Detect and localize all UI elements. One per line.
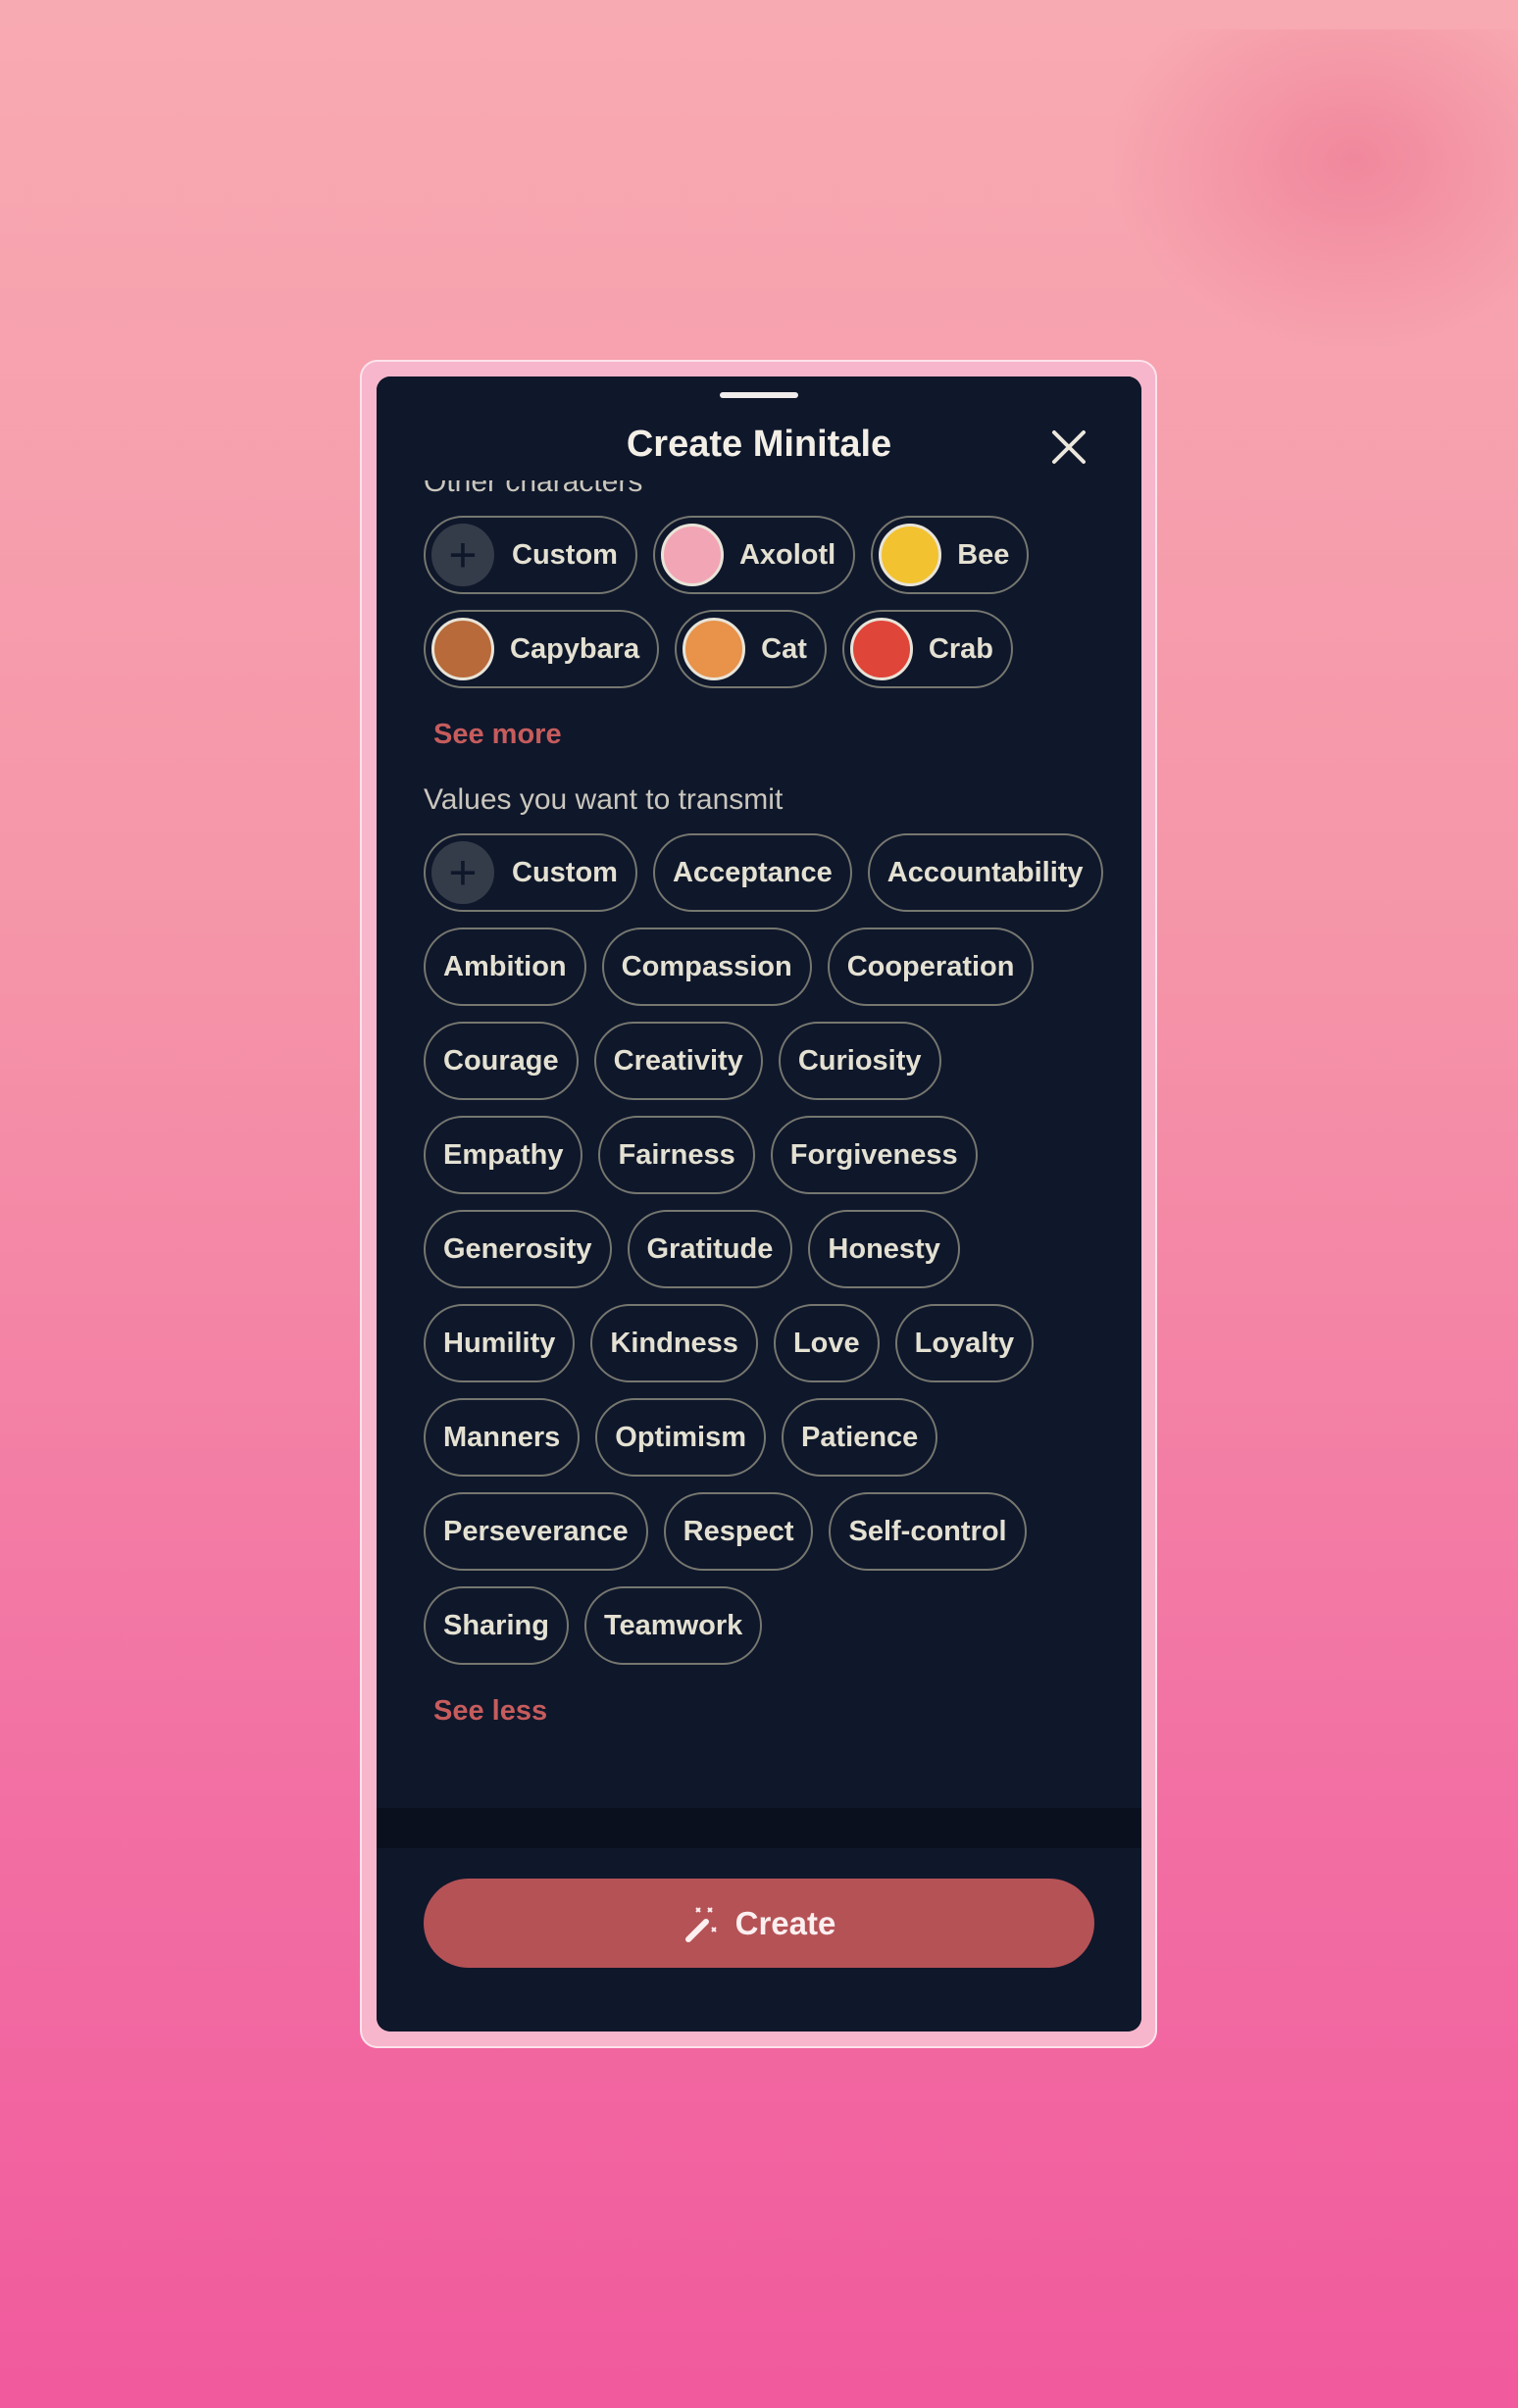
chip-label: Empathy	[443, 1138, 564, 1171]
chip-loyalty[interactable]: Loyalty	[894, 1304, 1035, 1382]
background-decoration	[1106, 29, 1518, 353]
capybara-icon	[431, 618, 494, 680]
chip-label: Respect	[683, 1515, 794, 1547]
see-less-link[interactable]: See less	[433, 1686, 1110, 1735]
chip-label: Custom	[512, 538, 618, 571]
chip-label: Courage	[443, 1044, 559, 1077]
chip-perseverance[interactable]: Perseverance	[424, 1492, 648, 1571]
chip-label: Generosity	[443, 1232, 592, 1265]
chip-label: Optimism	[615, 1421, 747, 1453]
chip-kindness[interactable]: Kindness	[590, 1304, 758, 1382]
chip-label: Manners	[443, 1421, 561, 1453]
chip-patience[interactable]: Patience	[782, 1398, 938, 1477]
chip-label: Cooperation	[846, 950, 1015, 982]
chip-label: Self-control	[848, 1515, 1007, 1547]
chip-cooperation[interactable]: Cooperation	[827, 928, 1035, 1006]
chip-label: Gratitude	[646, 1232, 774, 1265]
chip-respect[interactable]: Respect	[663, 1492, 814, 1571]
chip-label: Axolotl	[738, 538, 836, 571]
chip-self-control[interactable]: Self-control	[829, 1492, 1027, 1571]
bee-icon	[879, 524, 942, 586]
chip-crab[interactable]: Crab	[841, 610, 1013, 688]
axolotl-icon	[660, 524, 724, 586]
chip-custom[interactable]: + Custom	[424, 833, 637, 912]
chip-humility[interactable]: Humility	[424, 1304, 576, 1382]
modal-content: Other characters + Custom Axolotl Bee Capyba…	[424, 461, 1110, 1735]
close-button[interactable]	[1049, 427, 1088, 467]
chip-label: Cat	[761, 632, 807, 665]
values-chips: + Custom Acceptance Accountability Ambition C…	[424, 833, 1110, 1665]
chip-empathy[interactable]: Empathy	[424, 1116, 583, 1194]
chip-label: Sharing	[443, 1609, 549, 1641]
chip-label: Compassion	[621, 950, 792, 982]
chip-label: Kindness	[610, 1327, 738, 1359]
crab-icon	[849, 618, 913, 680]
chip-accountability[interactable]: Accountability	[867, 833, 1103, 912]
chip-compassion[interactable]: Compassion	[601, 928, 812, 1006]
chip-axolotl[interactable]: Axolotl	[652, 516, 856, 594]
chip-label: Patience	[801, 1421, 919, 1453]
chip-label: Custom	[512, 856, 618, 888]
chip-creativity[interactable]: Creativity	[593, 1022, 763, 1100]
chip-custom[interactable]: + Custom	[424, 516, 637, 594]
chip-label: Perseverance	[443, 1515, 629, 1547]
scroll-shadow	[377, 1808, 1141, 1848]
plus-icon: +	[431, 524, 494, 586]
chip-label: Teamwork	[603, 1609, 743, 1641]
create-label: Create	[734, 1904, 836, 1941]
modal-title: Create Minitale	[626, 424, 892, 465]
chip-manners[interactable]: Manners	[424, 1398, 581, 1477]
modal-footer: Create	[377, 1848, 1141, 2032]
chip-label: Love	[792, 1327, 860, 1359]
chip-label: Creativity	[613, 1044, 743, 1077]
chip-capybara[interactable]: Capybara	[424, 610, 660, 688]
chip-cat[interactable]: Cat	[675, 610, 827, 688]
drag-handle[interactable]	[720, 392, 798, 398]
chip-acceptance[interactable]: Acceptance	[652, 833, 852, 912]
chip-teamwork[interactable]: Teamwork	[583, 1586, 763, 1665]
characters-chips: + Custom Axolotl Bee Capybara Cat Crab	[424, 516, 1110, 688]
see-more-link[interactable]: See more	[433, 710, 1110, 759]
chip-forgiveness[interactable]: Forgiveness	[770, 1116, 978, 1194]
chip-gratitude[interactable]: Gratitude	[627, 1210, 793, 1288]
chip-label: Forgiveness	[789, 1138, 958, 1171]
chip-label: Fairness	[618, 1138, 735, 1171]
cat-icon	[683, 618, 746, 680]
chip-label: Honesty	[828, 1232, 940, 1265]
chip-optimism[interactable]: Optimism	[595, 1398, 767, 1477]
chip-label: Acceptance	[672, 856, 833, 888]
modal-header: Create Minitale	[377, 376, 1141, 480]
chip-label: Curiosity	[797, 1044, 922, 1077]
chip-honesty[interactable]: Honesty	[808, 1210, 960, 1288]
create-button[interactable]: Create	[424, 1879, 1094, 1968]
chip-sharing[interactable]: Sharing	[424, 1586, 569, 1665]
chip-label: Crab	[928, 632, 993, 665]
values-label: Values you want to transmit	[424, 783, 784, 816]
chip-ambition[interactable]: Ambition	[424, 928, 586, 1006]
chip-love[interactable]: Love	[773, 1304, 880, 1382]
chip-courage[interactable]: Courage	[424, 1022, 579, 1100]
close-icon	[1052, 430, 1086, 464]
plus-icon: +	[431, 841, 494, 904]
chip-curiosity[interactable]: Curiosity	[778, 1022, 941, 1100]
chip-label: Capybara	[510, 632, 640, 665]
chip-bee[interactable]: Bee	[871, 516, 1030, 594]
chip-generosity[interactable]: Generosity	[424, 1210, 612, 1288]
chip-label: Accountability	[886, 856, 1084, 888]
chip-label: Loyalty	[914, 1327, 1015, 1359]
chip-label: Humility	[443, 1327, 556, 1359]
magic-wand-icon	[684, 1906, 717, 1942]
chip-fairness[interactable]: Fairness	[598, 1116, 755, 1194]
chip-label: Bee	[957, 538, 1010, 571]
chip-label: Ambition	[443, 950, 567, 982]
create-minitale-modal: Create Minitale Other characters + Custom…	[377, 376, 1141, 2032]
